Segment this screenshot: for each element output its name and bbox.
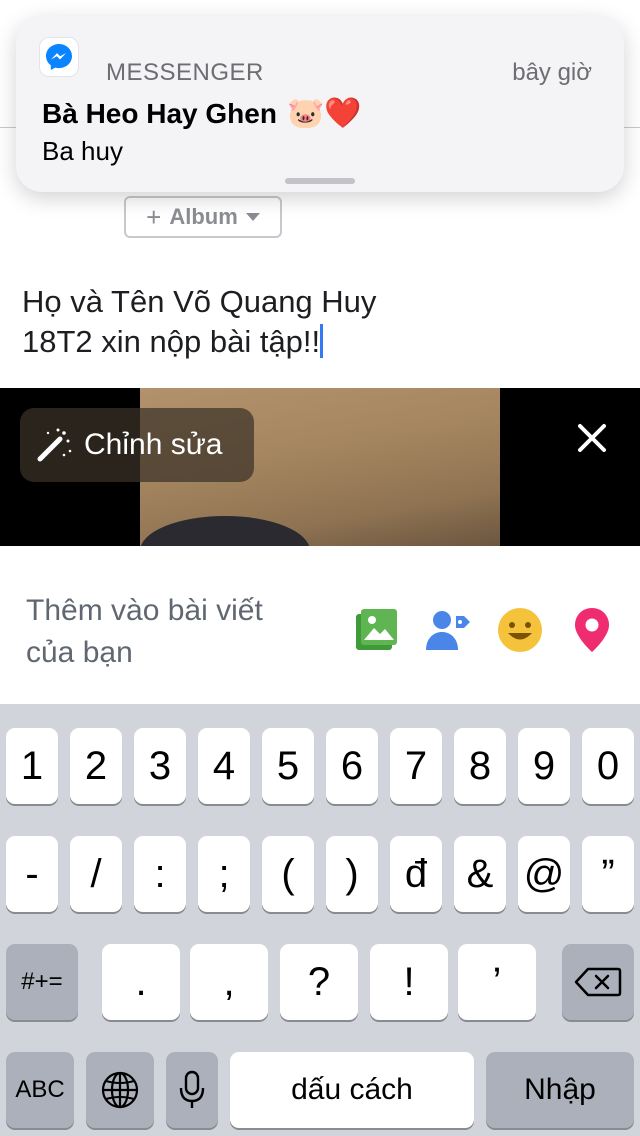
key-7[interactable]: 7 xyxy=(390,728,442,804)
add-to-post-label-line-2: của bạn xyxy=(26,636,133,669)
notification-title: Bà Heo Hay Ghen 🐷❤️ xyxy=(42,96,362,131)
messenger-notification[interactable]: MESSENGER bây giờ Bà Heo Hay Ghen 🐷❤️ Ba… xyxy=(16,16,624,192)
key-semicolon[interactable]: ; xyxy=(198,836,250,912)
album-button[interactable]: + Album xyxy=(124,196,282,238)
add-to-post-panel[interactable]: Thêm vào bài viết của bạn xyxy=(0,546,640,704)
key-8[interactable]: 8 xyxy=(454,728,506,804)
key-d-stroke[interactable]: đ xyxy=(390,836,442,912)
close-icon[interactable] xyxy=(572,418,612,458)
key-question[interactable]: ? xyxy=(280,944,358,1020)
globe-icon xyxy=(101,1071,139,1109)
photo-icon[interactable] xyxy=(352,606,400,654)
key-period[interactable]: . xyxy=(102,944,180,1020)
key-1[interactable]: 1 xyxy=(6,728,58,804)
key-at[interactable]: @ xyxy=(518,836,570,912)
attached-photo[interactable]: Chỉnh sửa xyxy=(0,388,640,546)
globe-key[interactable] xyxy=(86,1052,154,1128)
tag-people-icon[interactable] xyxy=(424,606,472,654)
key-4[interactable]: 4 xyxy=(198,728,250,804)
key-comma[interactable]: , xyxy=(190,944,268,1020)
location-icon[interactable] xyxy=(568,606,616,654)
notification-body: Ba huy xyxy=(42,136,123,166)
key-ampersand[interactable]: & xyxy=(454,836,506,912)
text-cursor xyxy=(320,324,324,358)
add-to-post-label-line-1: Thêm vào bài viết xyxy=(26,594,263,627)
notification-app-name: MESSENGER xyxy=(106,59,264,86)
notification-sender: Bà Heo Hay Ghen xyxy=(42,97,277,129)
chevron-down-icon xyxy=(245,213,260,221)
add-to-post-label: Thêm vào bài viết của bạn xyxy=(26,590,326,674)
key-hyphen[interactable]: - xyxy=(6,836,58,912)
key-slash[interactable]: / xyxy=(70,836,122,912)
notification-time: bây giờ xyxy=(512,59,592,86)
key-0[interactable]: 0 xyxy=(582,728,634,804)
notification-drag-handle[interactable] xyxy=(285,178,355,184)
edit-photo-button[interactable]: Chỉnh sửa xyxy=(20,408,254,482)
key-close-paren[interactable]: ) xyxy=(326,836,378,912)
key-5[interactable]: 5 xyxy=(262,728,314,804)
key-6[interactable]: 6 xyxy=(326,728,378,804)
backspace-icon xyxy=(574,967,622,997)
backspace-key[interactable] xyxy=(562,944,634,1020)
post-text-input[interactable]: Họ và Tên Võ Quang Huy 18T2 xin nộp bài … xyxy=(22,282,582,362)
plus-icon: + xyxy=(146,201,162,232)
magic-wand-icon xyxy=(37,428,72,462)
key-3[interactable]: 3 xyxy=(134,728,186,804)
key-exclamation[interactable]: ! xyxy=(370,944,448,1020)
key-open-paren[interactable]: ( xyxy=(262,836,314,912)
dictation-key[interactable] xyxy=(166,1052,218,1128)
post-text-line-2: 18T2 xin nộp bài tập!! xyxy=(22,324,321,359)
key-apostrophe[interactable]: ’ xyxy=(458,944,536,1020)
key-2[interactable]: 2 xyxy=(70,728,122,804)
space-key[interactable]: dấu cách xyxy=(230,1052,474,1128)
notification-emoji: 🐷❤️ xyxy=(286,97,362,130)
symbols-mode-key[interactable]: #+= xyxy=(6,944,78,1020)
album-label: Album xyxy=(169,204,238,229)
messenger-icon xyxy=(40,38,78,76)
post-text-line-1: Họ và Tên Võ Quang Huy xyxy=(22,284,377,319)
edit-photo-label: Chỉnh sửa xyxy=(84,428,223,461)
key-9[interactable]: 9 xyxy=(518,728,570,804)
abc-key[interactable]: ABC xyxy=(6,1052,74,1128)
key-colon[interactable]: : xyxy=(134,836,186,912)
return-key[interactable]: Nhập xyxy=(486,1052,634,1128)
microphone-icon xyxy=(179,1070,205,1108)
key-quote[interactable]: ” xyxy=(582,836,634,912)
feeling-icon[interactable] xyxy=(496,606,544,654)
keyboard: 1 2 3 4 5 6 7 8 9 0 - / : ; ( ) đ & @ ” … xyxy=(0,704,640,1136)
